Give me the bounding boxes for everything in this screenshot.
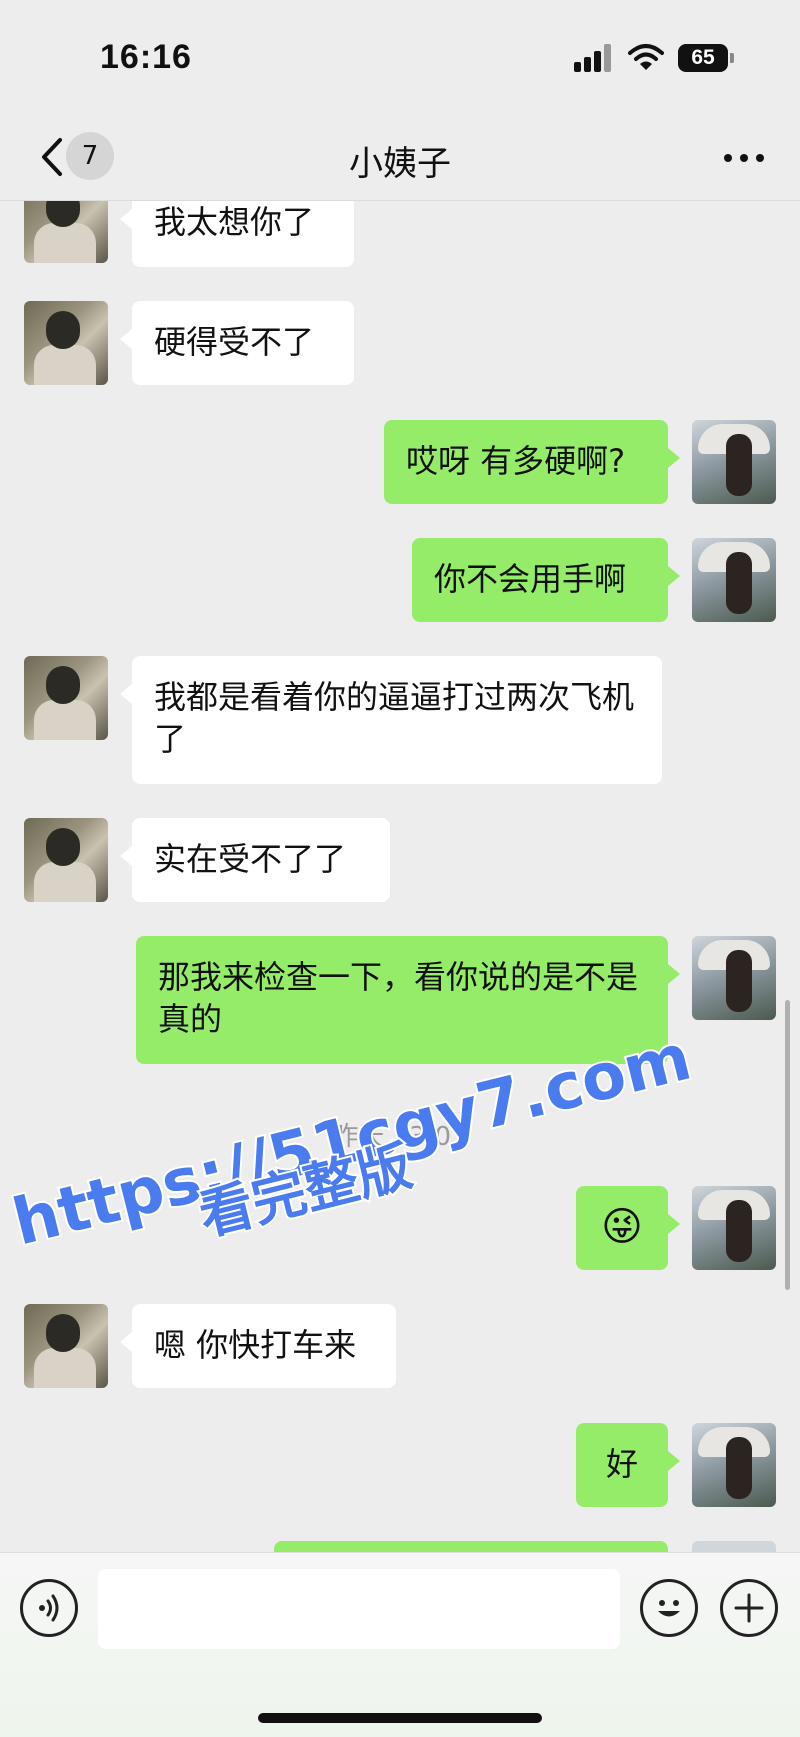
contact-avatar[interactable] xyxy=(24,301,108,385)
scrollbar-thumb[interactable] xyxy=(785,1000,790,1290)
my-avatar[interactable] xyxy=(692,936,776,1020)
more-dots-icon[interactable] xyxy=(722,148,766,168)
contact-avatar[interactable] xyxy=(24,818,108,902)
message-input[interactable] xyxy=(98,1569,620,1649)
status-time: 16:16 xyxy=(100,38,192,76)
message-bubble[interactable]: 哎呀 有多硬啊? xyxy=(384,420,680,504)
message-bubble[interactable]: 我太想你了 xyxy=(120,201,354,267)
voice-input-icon[interactable] xyxy=(20,1579,78,1637)
chat-title: 小姨子 xyxy=(349,144,451,184)
message-bubble[interactable]: 那我来检查一下，看你说的是不是真的 xyxy=(136,936,680,1064)
message-outgoing: 😜 xyxy=(0,1186,800,1270)
plus-icon[interactable] xyxy=(720,1579,778,1637)
message-bubble[interactable]: 你不会用手啊 xyxy=(412,538,680,622)
emoji-icon[interactable] xyxy=(640,1579,698,1637)
chat-header: 7 小姨子 xyxy=(0,118,800,201)
message-outgoing: 那我来检查一下，看你说的是不是真的 xyxy=(0,936,800,1064)
input-bar xyxy=(0,1552,800,1737)
smiley-face-icon xyxy=(658,1600,680,1617)
plus-cross-icon xyxy=(734,1593,764,1623)
wifi-icon xyxy=(628,44,664,70)
status-bar: 16:16 65 xyxy=(0,0,800,118)
message-outgoing: 你不会用手啊 xyxy=(0,538,800,622)
battery-tip xyxy=(730,53,734,63)
message-outgoing-partial xyxy=(0,1541,800,1552)
my-avatar[interactable] xyxy=(692,1423,776,1507)
contact-avatar[interactable] xyxy=(24,201,108,263)
message-outgoing: 哎呀 有多硬啊? xyxy=(0,420,800,504)
voice-waves-icon xyxy=(39,1594,59,1622)
my-avatar[interactable] xyxy=(692,1186,776,1270)
message-incoming: 嗯 你快打车来 xyxy=(0,1304,800,1388)
message-bubble-partial[interactable] xyxy=(274,1541,668,1552)
my-avatar[interactable] xyxy=(692,538,776,622)
home-indicator xyxy=(258,1713,542,1723)
message-timestamp: 昨天 23:01 xyxy=(332,1122,468,1152)
contact-avatar[interactable] xyxy=(24,1304,108,1388)
my-avatar[interactable] xyxy=(692,420,776,504)
emoji-message[interactable]: 😜 xyxy=(576,1186,680,1270)
message-outgoing: 好 xyxy=(0,1423,800,1507)
message-list[interactable]: 我太想你了 硬得受不了 哎呀 有多硬啊? 你不会用手啊 我都是看着你的逼逼打过两… xyxy=(0,201,800,1552)
message-bubble[interactable]: 硬得受不了 xyxy=(120,301,354,385)
message-bubble[interactable]: 好 xyxy=(576,1423,680,1507)
message-bubble[interactable]: 嗯 你快打车来 xyxy=(120,1304,396,1388)
message-bubble[interactable]: 实在受不了了 xyxy=(120,818,390,902)
contact-avatar[interactable] xyxy=(24,656,108,740)
my-avatar-partial xyxy=(692,1541,776,1552)
message-bubble[interactable]: 我都是看着你的逼逼打过两次飞机了 xyxy=(120,656,662,784)
battery-indicator: 65 xyxy=(678,44,728,72)
cellular-signal-icon xyxy=(574,44,614,72)
message-incoming: 我都是看着你的逼逼打过两次飞机了 xyxy=(0,656,800,784)
message-incoming: 硬得受不了 xyxy=(0,301,800,385)
message-incoming: 我太想你了 xyxy=(0,201,800,271)
message-incoming: 实在受不了了 xyxy=(0,818,800,902)
